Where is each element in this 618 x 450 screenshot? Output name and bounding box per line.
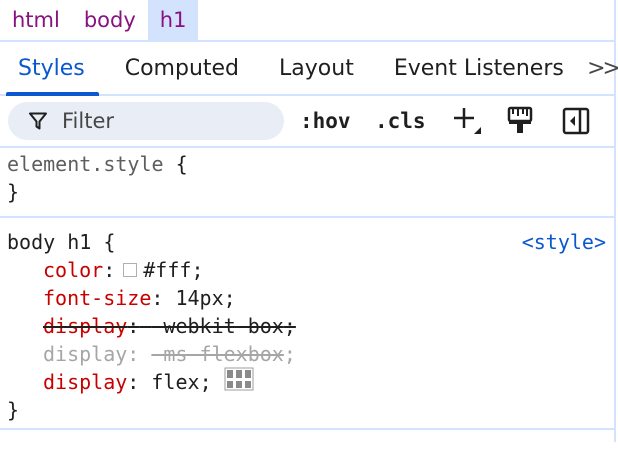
hov-button[interactable]: :hov bbox=[300, 96, 351, 146]
color-swatch[interactable] bbox=[123, 263, 138, 277]
tab-styles[interactable]: Styles bbox=[0, 42, 105, 96]
semicolon: ; bbox=[191, 258, 204, 282]
breadcrumb-item-body[interactable]: body bbox=[72, 0, 148, 40]
tab-computed[interactable]: Computed bbox=[105, 42, 259, 94]
colon: : bbox=[103, 258, 116, 282]
element-style-rule: element.style { } bbox=[0, 148, 614, 218]
declaration-color[interactable]: color : #fff ; bbox=[7, 256, 614, 284]
paint-brush-icon bbox=[507, 106, 533, 133]
property-name[interactable]: display bbox=[43, 368, 127, 396]
toggle-sidebar-button[interactable] bbox=[561, 96, 591, 146]
element-style-header: element.style { bbox=[7, 150, 614, 178]
declaration-font-size[interactable]: font-size : 14px ; bbox=[7, 284, 614, 312]
colon: : bbox=[127, 314, 140, 338]
colon: : bbox=[127, 342, 140, 366]
toggle-sidebar-icon bbox=[562, 107, 590, 135]
property-name[interactable]: display bbox=[43, 340, 127, 368]
property-value[interactable]: 14px bbox=[175, 284, 223, 312]
filter-input[interactable] bbox=[62, 109, 262, 133]
colon: : bbox=[151, 286, 164, 310]
declaration-display-flex[interactable]: display : flex ; bbox=[7, 367, 614, 398]
filter-box[interactable] bbox=[8, 102, 284, 140]
property-value[interactable]: flex bbox=[151, 368, 199, 396]
declaration-display-ms-flexbox[interactable]: display : -ms-flexbox ; bbox=[7, 340, 614, 368]
style-source-link[interactable]: <style> bbox=[522, 228, 606, 256]
close-brace: } bbox=[7, 180, 20, 204]
element-style-selector: element.style bbox=[7, 152, 164, 176]
more-tabs-button[interactable]: >> bbox=[587, 42, 618, 94]
filter-icon bbox=[29, 112, 47, 130]
property-value[interactable]: -ms-flexbox bbox=[151, 340, 283, 368]
next-rule-peek bbox=[0, 430, 614, 450]
property-name[interactable]: font-size bbox=[43, 284, 151, 312]
property-name[interactable]: color bbox=[43, 256, 103, 284]
styles-toolbar: :hov .cls bbox=[0, 96, 614, 148]
property-value[interactable]: -webkit-box bbox=[151, 312, 283, 340]
open-brace: { bbox=[175, 152, 188, 176]
colon: : bbox=[127, 370, 140, 394]
breadcrumb-item-html[interactable]: html bbox=[0, 0, 72, 40]
semicolon: ; bbox=[199, 370, 212, 394]
close-brace: } bbox=[7, 398, 20, 422]
semicolon: ; bbox=[283, 342, 296, 366]
property-value[interactable]: #fff bbox=[143, 256, 191, 284]
flexbox-editor-icon bbox=[224, 367, 254, 390]
tab-layout[interactable]: Layout bbox=[259, 42, 374, 94]
rendering-emulation-button[interactable] bbox=[505, 96, 535, 146]
styles-pane: html body h1 Styles Computed Layout Even… bbox=[0, 0, 618, 442]
tab-bar: Styles Computed Layout Event Listeners >… bbox=[0, 40, 618, 96]
tab-event-listeners[interactable]: Event Listeners bbox=[374, 42, 584, 94]
rule-selector[interactable]: body h1 bbox=[7, 230, 91, 254]
semicolon: ; bbox=[283, 314, 296, 338]
declaration-display-webkit-box[interactable]: display: -webkit-box; bbox=[7, 312, 614, 340]
property-name[interactable]: display bbox=[43, 312, 127, 340]
cls-button[interactable]: .cls bbox=[375, 96, 426, 146]
new-style-rule-button[interactable] bbox=[450, 96, 484, 146]
semicolon: ; bbox=[223, 286, 236, 310]
flexbox-editor-button[interactable] bbox=[224, 367, 254, 398]
new-style-rule-icon bbox=[454, 108, 481, 134]
body-h1-rule: body h1 { <style> color : #fff ; font-si… bbox=[0, 218, 614, 430]
breadcrumb: html body h1 bbox=[0, 0, 614, 40]
breadcrumb-item-h1[interactable]: h1 bbox=[147, 0, 199, 40]
open-brace: { bbox=[103, 230, 116, 254]
